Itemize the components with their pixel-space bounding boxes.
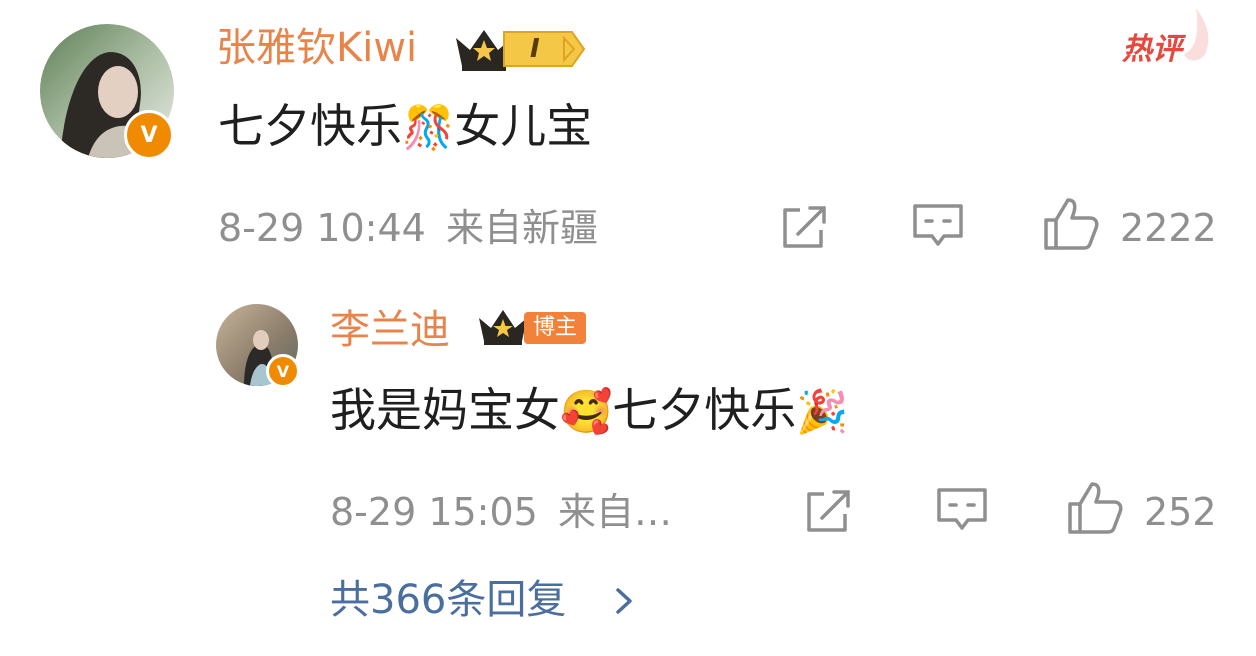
username[interactable]: 李兰迪 bbox=[330, 304, 450, 356]
party-popper-emoji: 🎉 bbox=[796, 387, 849, 436]
crown-icon bbox=[476, 306, 530, 348]
comment-icon[interactable] bbox=[912, 202, 964, 250]
view-replies-link[interactable]: 共366条回复 bbox=[330, 572, 566, 628]
comment-meta: 8-29 10:44 来自新疆 bbox=[218, 204, 598, 252]
like-count: 252 bbox=[1144, 490, 1217, 534]
timestamp: 8-29 15:05 bbox=[330, 490, 538, 534]
thumbs-up-icon[interactable] bbox=[1066, 480, 1124, 536]
verified-v-icon: V bbox=[124, 110, 174, 160]
confetti-ball-emoji: 🎊 bbox=[402, 103, 455, 152]
comment-text: 七夕快乐🎊女儿宝 bbox=[218, 99, 593, 153]
share-icon[interactable] bbox=[780, 204, 830, 250]
like-count: 2222 bbox=[1120, 206, 1217, 250]
smiling-hearts-emoji: 🥰 bbox=[560, 387, 613, 436]
flame-icon bbox=[1178, 6, 1214, 66]
comment-text: 我是妈宝女🥰七夕快乐🎉 bbox=[330, 383, 849, 437]
username[interactable]: 张雅钦Kiwi bbox=[216, 22, 417, 74]
location: 来自新疆 bbox=[445, 206, 598, 250]
thumbs-up-icon[interactable] bbox=[1042, 196, 1100, 252]
blogger-badge: 博主 bbox=[524, 312, 586, 344]
share-icon[interactable] bbox=[804, 488, 854, 534]
timestamp: 8-29 10:44 bbox=[218, 206, 426, 250]
location: 来自… bbox=[557, 490, 672, 534]
verified-v-icon: V bbox=[266, 354, 300, 388]
comment-meta: 8-29 15:05 来自… bbox=[330, 488, 672, 536]
hot-comment-badge: 热评 bbox=[1122, 32, 1182, 67]
comment-icon[interactable] bbox=[936, 486, 988, 534]
level-badge: I bbox=[502, 30, 586, 68]
chevron-right-icon[interactable] bbox=[612, 586, 636, 620]
